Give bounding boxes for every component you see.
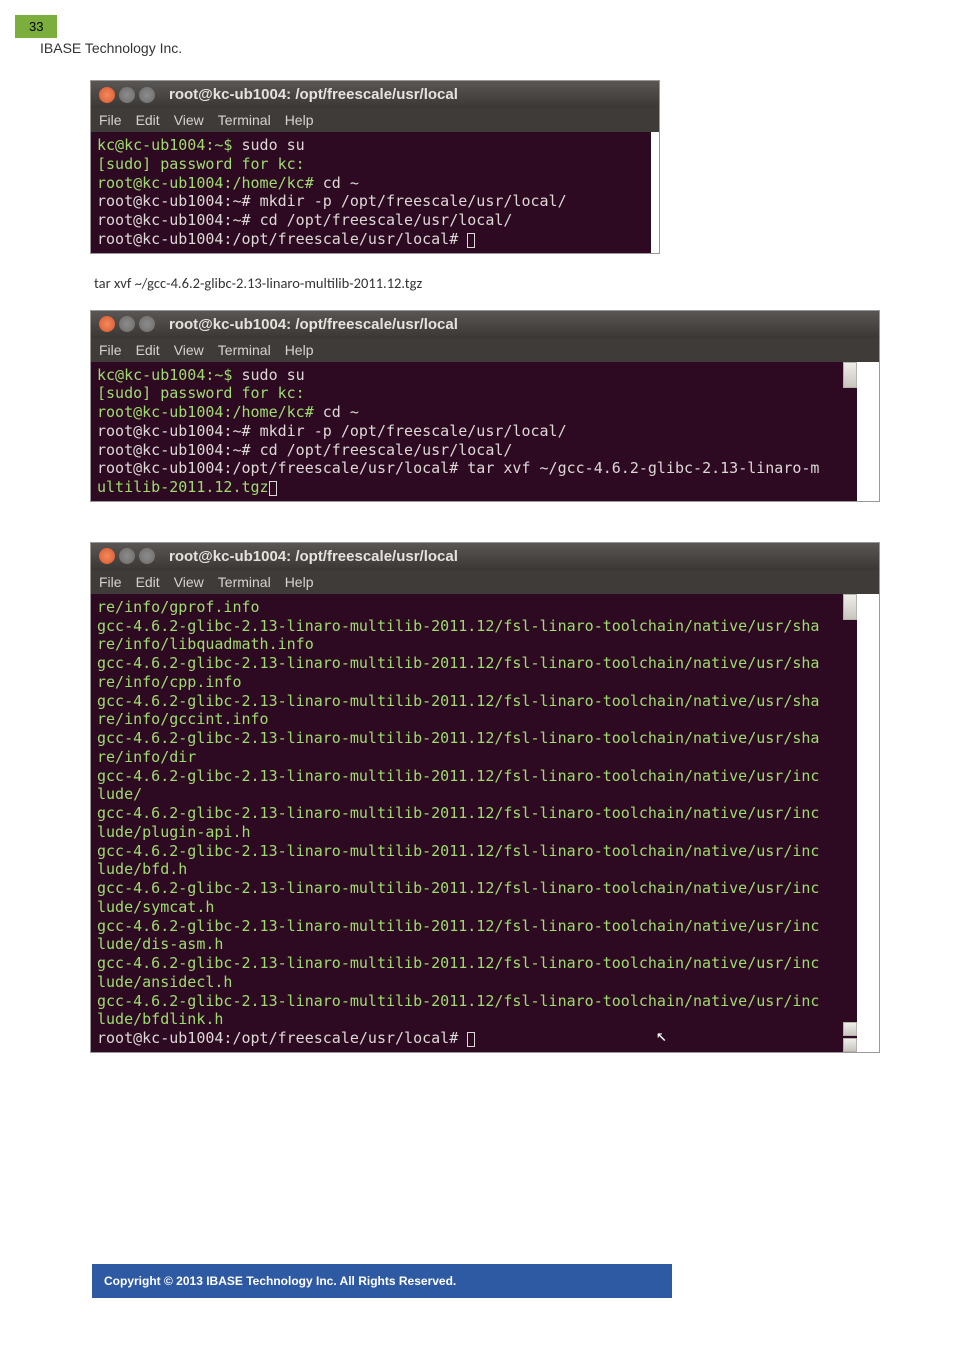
- minimize-icon[interactable]: [119, 316, 135, 332]
- scrollbar-thumb[interactable]: [843, 594, 857, 620]
- prompt: root@kc-ub1004:/home/kc#: [97, 174, 323, 192]
- close-icon[interactable]: [99, 316, 115, 332]
- menu-file[interactable]: File: [99, 342, 122, 358]
- menu-help[interactable]: Help: [285, 574, 314, 590]
- footer-copyright: Copyright © 2013 IBASE Technology Inc. A…: [92, 1264, 672, 1298]
- terminal-output[interactable]: re/info/gprof.info gcc-4.6.2-glibc-2.13-…: [91, 594, 857, 1052]
- minimize-icon[interactable]: [119, 87, 135, 103]
- mouse-pointer-icon: ↖: [656, 1025, 667, 1048]
- titlebar: root@kc-ub1004: /opt/freescale/usr/local: [91, 543, 879, 570]
- menu-help[interactable]: Help: [285, 342, 314, 358]
- menu-view[interactable]: View: [174, 574, 204, 590]
- prompt: root@kc-ub1004:/home/kc#: [97, 403, 323, 421]
- terminal-output[interactable]: kc@kc-ub1004:~$ sudo su [sudo] password …: [91, 362, 857, 501]
- command: cd /opt/freescale/usr/local/: [260, 441, 513, 459]
- terminal-output[interactable]: kc@kc-ub1004:~$ sudo su [sudo] password …: [91, 132, 651, 253]
- command: tar xvf ~/gcc-4.6.2-glibc-2.13-linaro-m: [467, 459, 819, 477]
- window-controls: [99, 548, 155, 564]
- scrollbar-bottom[interactable]: [843, 1012, 857, 1052]
- terminal-window-1: root@kc-ub1004: /opt/freescale/usr/local…: [90, 80, 660, 254]
- command: cd ~: [323, 174, 359, 192]
- maximize-icon[interactable]: [139, 316, 155, 332]
- command: sudo su: [242, 366, 305, 384]
- window-controls: [99, 87, 155, 103]
- tar-output: re/info/gprof.info gcc-4.6.2-glibc-2.13-…: [97, 598, 819, 1029]
- company-name: IBASE Technology Inc.: [40, 40, 182, 56]
- page-content: root@kc-ub1004: /opt/freescale/usr/local…: [90, 80, 890, 1073]
- command: mkdir -p /opt/freescale/usr/local/: [260, 422, 567, 440]
- menu-view[interactable]: View: [174, 112, 204, 128]
- prompt: root@kc-ub1004:/opt/freescale/usr/local#: [97, 459, 467, 477]
- window-controls: [99, 316, 155, 332]
- prompt: kc@kc-ub1004:~$: [97, 366, 242, 384]
- output-line: [sudo] password for kc:: [97, 384, 305, 402]
- menu-view[interactable]: View: [174, 342, 204, 358]
- command: cd ~: [323, 403, 359, 421]
- menu-file[interactable]: File: [99, 112, 122, 128]
- menu-edit[interactable]: Edit: [136, 574, 160, 590]
- titlebar: root@kc-ub1004: /opt/freescale/usr/local: [91, 311, 879, 338]
- prompt: root@kc-ub1004:~#: [97, 192, 260, 210]
- output-line: ultilib-2011.12.tgz: [97, 478, 269, 496]
- close-icon[interactable]: [99, 548, 115, 564]
- menubar: File Edit View Terminal Help: [91, 338, 879, 362]
- prompt: root@kc-ub1004:/opt/freescale/usr/local#: [97, 230, 467, 248]
- window-title: root@kc-ub1004: /opt/freescale/usr/local: [169, 86, 458, 103]
- output-line: [sudo] password for kc:: [97, 155, 305, 173]
- menubar: File Edit View Terminal Help: [91, 108, 659, 132]
- doc-instruction: tar xvf ~/gcc-4.6.2-glibc-2.13-linaro-mu…: [94, 274, 890, 292]
- terminal-window-3: root@kc-ub1004: /opt/freescale/usr/local…: [90, 542, 880, 1053]
- close-icon[interactable]: [99, 87, 115, 103]
- menu-help[interactable]: Help: [285, 112, 314, 128]
- command: mkdir -p /opt/freescale/usr/local/: [260, 192, 567, 210]
- prompt: root@kc-ub1004:/opt/freescale/usr/local#: [97, 1029, 467, 1047]
- cursor-icon: [467, 1032, 475, 1047]
- terminal-window-2: root@kc-ub1004: /opt/freescale/usr/local…: [90, 310, 880, 502]
- cursor-icon: [467, 233, 475, 248]
- prompt: root@kc-ub1004:~#: [97, 441, 260, 459]
- menu-terminal[interactable]: Terminal: [218, 342, 271, 358]
- page-number-tab: 33: [15, 15, 57, 38]
- menu-file[interactable]: File: [99, 574, 122, 590]
- menu-edit[interactable]: Edit: [136, 112, 160, 128]
- menu-terminal[interactable]: Terminal: [218, 574, 271, 590]
- menu-edit[interactable]: Edit: [136, 342, 160, 358]
- titlebar: root@kc-ub1004: /opt/freescale/usr/local: [91, 81, 659, 108]
- cursor-icon: [269, 481, 277, 496]
- menubar: File Edit View Terminal Help: [91, 570, 879, 594]
- command: cd /opt/freescale/usr/local/: [260, 211, 513, 229]
- prompt: kc@kc-ub1004:~$: [97, 136, 242, 154]
- maximize-icon[interactable]: [139, 87, 155, 103]
- prompt: root@kc-ub1004:~#: [97, 422, 260, 440]
- menu-terminal[interactable]: Terminal: [218, 112, 271, 128]
- window-title: root@kc-ub1004: /opt/freescale/usr/local: [169, 548, 458, 565]
- command: sudo su: [242, 136, 305, 154]
- prompt: root@kc-ub1004:~#: [97, 211, 260, 229]
- window-title: root@kc-ub1004: /opt/freescale/usr/local: [169, 316, 458, 333]
- minimize-icon[interactable]: [119, 548, 135, 564]
- scrollbar-thumb[interactable]: [843, 362, 857, 388]
- maximize-icon[interactable]: [139, 548, 155, 564]
